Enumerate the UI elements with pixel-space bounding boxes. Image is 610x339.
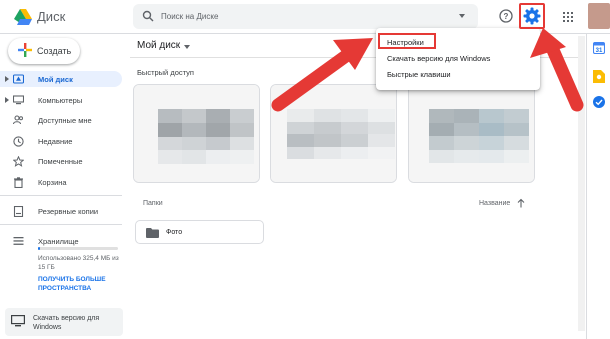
storage-usage-text: Использовано 325,4 МБ из 15 ГБ — [38, 255, 119, 271]
expand-arrow-icon[interactable] — [5, 76, 9, 82]
search-input[interactable] — [161, 8, 441, 25]
svg-text:31: 31 — [596, 48, 603, 54]
sidebar-item-label: Резервные копии — [38, 207, 99, 216]
file-thumbnail — [134, 85, 259, 182]
download-windows-promo[interactable]: Скачать версию для Windows — [5, 308, 123, 336]
sidebar-item-label: Мой диск — [38, 75, 73, 84]
gear-highlight-box — [519, 3, 545, 29]
menu-item-label: Скачать версию для Windows — [387, 54, 491, 63]
search-options-icon[interactable] — [459, 14, 465, 18]
expand-arrow-icon[interactable] — [5, 97, 9, 103]
sidebar-divider — [0, 224, 122, 225]
sidebar-item-starred[interactable]: Помеченные — [0, 153, 122, 169]
sidebar-item-label: Доступные мне — [38, 116, 92, 125]
download-windows-label: Скачать версию для Windows — [33, 315, 100, 331]
drive-logo-icon[interactable] — [14, 9, 32, 25]
sidebar-item-recent[interactable]: Недавние — [0, 133, 122, 149]
blurred-preview — [287, 109, 395, 159]
quick-access-card[interactable] — [270, 84, 397, 183]
shared-with-me-icon — [13, 115, 23, 125]
sidebar-item-backups[interactable]: Резервные копии — [0, 203, 122, 219]
help-icon[interactable]: ? — [499, 9, 513, 23]
sidebar-item-label: Хранилище — [38, 237, 79, 246]
drive-app: Диск ? — [0, 0, 610, 339]
app-name[interactable]: Диск — [37, 9, 65, 24]
starred-icon — [13, 156, 24, 167]
avatar[interactable] — [588, 3, 610, 29]
side-panel: 31 — [586, 34, 610, 339]
main-scrollbar[interactable] — [578, 36, 585, 331]
storage-icon — [13, 237, 24, 245]
file-thumbnail — [271, 85, 396, 182]
sidebar-item-label: Недавние — [38, 137, 73, 146]
quick-access-card[interactable] — [133, 84, 260, 183]
settings-highlight-box — [378, 33, 436, 49]
folders-section-label: Папки — [143, 200, 163, 207]
page-title[interactable]: Мой диск — [137, 40, 180, 51]
sidebar-divider — [0, 195, 122, 196]
new-button[interactable]: Создать — [8, 38, 80, 64]
google-apps-icon[interactable] — [563, 12, 573, 22]
blurred-preview — [429, 109, 529, 163]
chevron-down-icon[interactable] — [184, 45, 190, 49]
backups-icon — [13, 206, 24, 217]
plus-icon — [18, 43, 32, 57]
svg-text:?: ? — [504, 12, 509, 21]
file-thumbnail — [409, 85, 534, 182]
folder-icon — [146, 228, 159, 238]
sort-ascending-icon[interactable] — [517, 198, 525, 208]
blurred-preview — [158, 109, 254, 164]
search-bar[interactable] — [133, 4, 478, 29]
menu-item-keyboard-shortcuts[interactable]: Быстрые клавиши — [376, 67, 540, 82]
sidebar-item-trash[interactable]: Корзина — [0, 174, 122, 190]
sidebar-item-label: Компьютеры — [38, 96, 83, 105]
trash-icon — [14, 177, 23, 188]
menu-item-label: Быстрые клавиши — [387, 70, 451, 79]
my-drive-icon — [13, 74, 24, 84]
sort-by-name-button[interactable]: Название — [479, 200, 510, 207]
quick-access-label: Быстрый доступ — [137, 68, 194, 77]
folder-name: Фото — [166, 229, 183, 236]
get-more-storage-link[interactable]: ПОЛУЧИТЬ БОЛЬШЕ ПРОСТРАНСТВА — [38, 275, 122, 293]
sidebar-item-computers[interactable]: Компьютеры — [0, 92, 122, 108]
search-icon[interactable] — [142, 10, 154, 22]
settings-menu: Настройки Скачать версию для Windows Быс… — [376, 28, 540, 90]
sidebar-item-label: Помеченные — [38, 157, 83, 166]
storage-progress-fill — [38, 247, 40, 250]
sidebar-item-shared[interactable]: Доступные мне — [0, 112, 122, 128]
keep-icon[interactable] — [593, 70, 605, 83]
recent-icon — [13, 136, 24, 147]
desktop-icon — [11, 315, 25, 327]
sidebar-item-my-drive[interactable]: Мой диск — [0, 71, 122, 87]
computers-icon — [13, 95, 24, 105]
folder-item[interactable]: Фото — [135, 220, 264, 244]
storage-progress-bar — [38, 247, 118, 250]
menu-item-download-windows[interactable]: Скачать версию для Windows — [376, 51, 540, 66]
tasks-icon[interactable] — [593, 96, 605, 108]
calendar-icon[interactable]: 31 — [593, 42, 605, 54]
quick-access-card[interactable] — [408, 84, 535, 183]
sidebar-item-label: Корзина — [38, 178, 67, 187]
new-button-label: Создать — [37, 46, 72, 56]
